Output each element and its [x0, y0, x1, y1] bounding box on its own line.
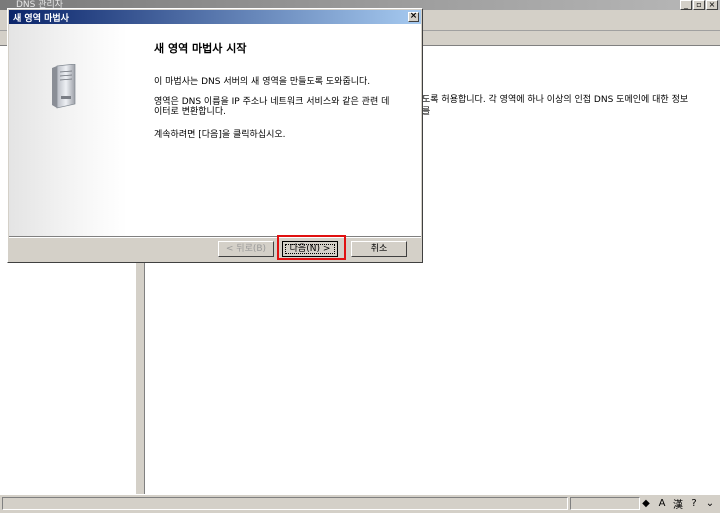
- close-icon[interactable]: ×: [706, 0, 718, 10]
- wizard-titlebar[interactable]: 새 영역 마법사 ×: [9, 10, 421, 24]
- font-mode-icon[interactable]: A: [656, 498, 668, 509]
- details-description-cont: 를: [422, 107, 431, 117]
- next-button[interactable]: 다음(N) >: [282, 241, 338, 257]
- restore-icon[interactable]: ▫: [693, 0, 705, 10]
- details-description: 도록 허용합니다. 각 영역에 하나 이상의 인접 DNS 도메인에 대한 정보: [422, 95, 689, 105]
- wizard-title: 새 영역 마법사: [13, 14, 69, 24]
- wizard-close-icon[interactable]: ×: [408, 12, 419, 22]
- wizard-continue-text: 계속하려면 [다음]을 클릭하십시오.: [154, 130, 286, 140]
- wizard-side-panel: [9, 24, 127, 236]
- status-bar: [0, 494, 720, 513]
- input-method-icon[interactable]: ◆: [640, 498, 652, 509]
- status-cell-main: [2, 497, 568, 510]
- wizard-zone-text-2: 이터로 변환합니다.: [154, 107, 226, 117]
- minimize-icon[interactable]: _: [680, 0, 692, 10]
- status-cell-secondary: [570, 497, 640, 510]
- server-icon: [52, 64, 76, 109]
- language-bar: ◆ A 漢 ? ⌄: [640, 494, 720, 512]
- cancel-button[interactable]: 취소: [351, 241, 407, 257]
- help-icon[interactable]: ?: [688, 498, 700, 509]
- wizard-body: 새 영역 마법사 시작 이 마법사는 DNS 서버의 새 영역을 만들도록 도와…: [9, 24, 421, 236]
- wizard-intro-text: 이 마법사는 DNS 서버의 새 영역을 만들도록 도와줍니다.: [154, 77, 371, 87]
- window-controls: _ ▫ ×: [680, 0, 718, 10]
- hanja-icon[interactable]: 漢: [672, 496, 684, 511]
- wizard-heading: 새 영역 마법사 시작: [154, 42, 247, 55]
- new-zone-wizard-dialog: 새 영역 마법사 × 새 영역 마법사 시작 이 마법사는 DNS 서버의 새 …: [7, 8, 423, 263]
- back-button[interactable]: < 뒤로(B): [218, 241, 274, 257]
- wizard-button-separator: [9, 236, 421, 238]
- options-icon[interactable]: ⌄: [704, 498, 716, 509]
